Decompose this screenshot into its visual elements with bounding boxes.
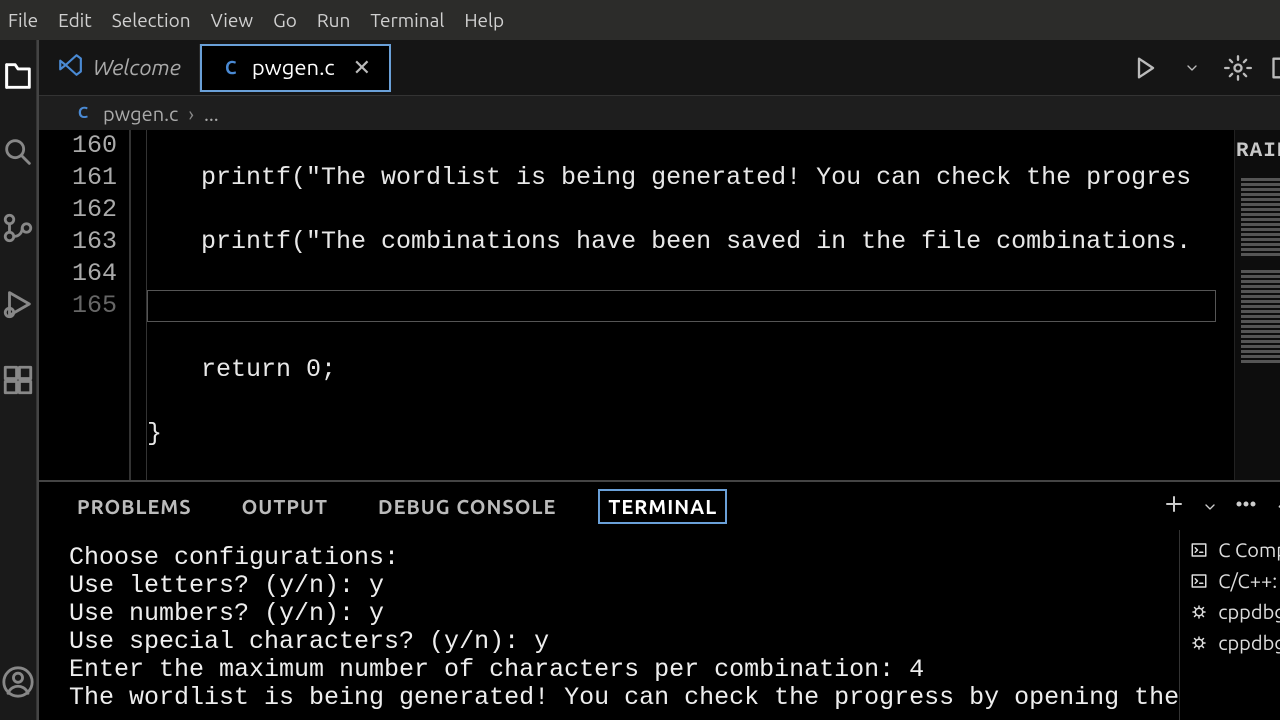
minimap[interactable]: RAIDER — [1234, 130, 1280, 480]
c-file-icon: C — [73, 103, 93, 123]
panel-tab-problems[interactable]: PROBLEMS — [69, 491, 200, 522]
terminal-icon — [1188, 541, 1210, 559]
run-file-icon[interactable] — [1132, 54, 1160, 82]
search-icon[interactable] — [0, 134, 36, 170]
breadcrumb-file: pwgen.c — [103, 102, 178, 125]
breadcrumb-more: ... — [204, 102, 219, 125]
minimap-title: RAIDER — [1236, 136, 1280, 168]
terminal-output[interactable]: Choose configurations: Use letters? (y/n… — [39, 530, 1180, 720]
terminal-item-3[interactable]: cppdbg: p... — [1180, 596, 1280, 627]
accounts-icon[interactable] — [0, 664, 36, 700]
menu-selection[interactable]: Selection — [112, 9, 191, 31]
vscode-icon — [57, 52, 83, 83]
line-gutter: 160 161 162 163 164 165 — [39, 130, 129, 480]
run-debug-icon[interactable] — [0, 286, 36, 322]
panel-tab-output[interactable]: OUTPUT — [234, 491, 336, 522]
panel-tab-debug[interactable]: DEBUG CONSOLE — [370, 491, 564, 522]
menu-run[interactable]: Run — [317, 9, 351, 31]
code-editor[interactable]: 160 161 162 163 164 165 printf("The word… — [39, 130, 1280, 480]
gear-icon[interactable] — [1224, 54, 1252, 82]
tab-pwgen-label: pwgen.c — [252, 55, 335, 80]
new-terminal-icon[interactable] — [1162, 492, 1186, 521]
split-editor-icon[interactable] — [1270, 54, 1280, 82]
indent-guide — [129, 130, 147, 480]
tab-pwgen[interactable]: C pwgen.c ✕ — [200, 44, 391, 92]
activity-bar — [0, 40, 37, 720]
tab-bar: Welcome C pwgen.c ✕ — [39, 40, 1280, 96]
terminal-dropdown-icon[interactable] — [1202, 493, 1218, 520]
c-file-icon: C — [220, 57, 242, 79]
menubar: File Edit Selection View Go Run Terminal… — [0, 0, 1280, 40]
tab-welcome-label: Welcome — [93, 55, 181, 80]
panel-more-icon[interactable] — [1234, 492, 1258, 521]
breadcrumb[interactable]: C pwgen.c › ... — [39, 96, 1280, 130]
panel-maximize-icon[interactable] — [1274, 493, 1280, 520]
chevron-down-icon[interactable] — [1178, 54, 1206, 82]
menu-terminal[interactable]: Terminal — [370, 9, 444, 31]
terminal-item-2[interactable]: C/C++: ... ✓ — [1180, 565, 1280, 596]
explorer-icon[interactable] — [0, 58, 36, 94]
bug-icon — [1188, 603, 1210, 621]
source-control-icon[interactable] — [0, 210, 36, 246]
extensions-icon[interactable] — [0, 362, 36, 398]
menu-file[interactable]: File — [8, 9, 38, 31]
terminal-item-1[interactable]: C Compiler... — [1180, 534, 1280, 565]
panel-tab-terminal[interactable]: TERMINAL — [598, 489, 727, 524]
code-area[interactable]: printf("The wordlist is being generated!… — [147, 130, 1234, 480]
terminal-icon — [1188, 572, 1210, 590]
panel-tabs: PROBLEMS OUTPUT DEBUG CONSOLE TERMINAL — [39, 482, 1280, 530]
menu-view[interactable]: View — [211, 9, 254, 31]
bug-icon — [1188, 634, 1210, 652]
menu-go[interactable]: Go — [273, 9, 297, 31]
tab-welcome[interactable]: Welcome — [39, 44, 200, 92]
chevron-right-icon: › — [188, 102, 194, 125]
close-icon[interactable]: ✕ — [353, 55, 371, 81]
terminal-list: C Compiler... C/C++: ... ✓ cppdbg: p... … — [1180, 530, 1280, 720]
terminal-item-4[interactable]: cppdbg: p... — [1180, 627, 1280, 658]
bottom-panel: PROBLEMS OUTPUT DEBUG CONSOLE TERMINAL — [39, 480, 1280, 720]
menu-edit[interactable]: Edit — [58, 9, 92, 31]
menu-help[interactable]: Help — [464, 9, 504, 31]
